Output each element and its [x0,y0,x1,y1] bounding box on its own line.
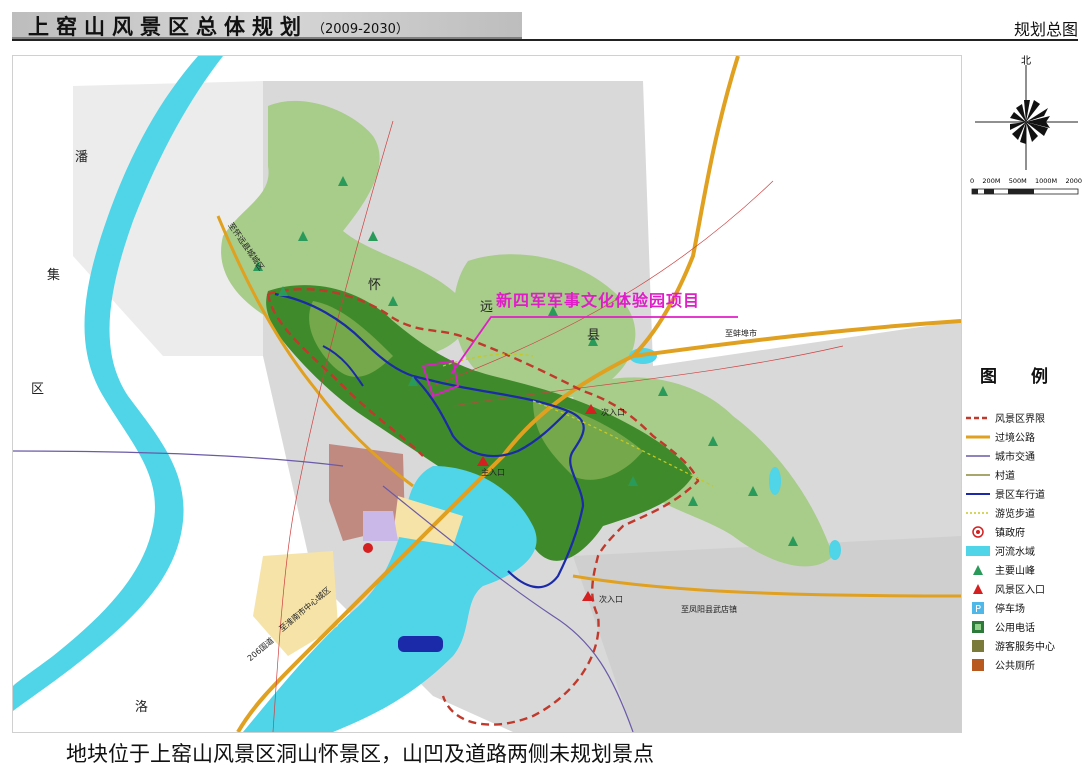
legend-item-phone: 公用电话 [962,618,1088,636]
toilet-icon [972,659,984,671]
label-sub-entrance-2: 次入口 [599,595,623,604]
svg-text:P: P [975,604,981,614]
legend-label: 过境公路 [995,433,1035,444]
scale-labels: 0 200M 500M 1000M 2000 [970,177,1082,185]
legend-label: 景区车行道 [995,490,1045,501]
visitor-center-icon [972,640,984,652]
legend-item-village-road: 村道 [962,466,1088,484]
legend-label: 游客服务中心 [995,642,1055,653]
project-label: 新四军军事文化体验园项目 [496,291,701,310]
legend-item-boundary: 风景区界限 [962,409,1088,427]
legend-label: 村道 [995,471,1015,482]
legend-item-highway: 过境公路 [962,428,1088,446]
place-xian: 县 [587,328,601,343]
label-to-fengyang: 至凤阳县武店镇 [681,605,737,614]
water-swatch-icon [966,546,990,556]
legend-item-water: 河流水域 [962,542,1088,560]
title-underline [12,39,1078,41]
label-sub-entrance-1: 次入口 [601,408,625,417]
place-ji: 集 [47,268,61,283]
place-huai: 怀 [368,278,382,293]
map-name: 规划总图 [1013,20,1078,39]
pond-east [769,467,781,495]
southern-terrain [573,536,961,732]
place-qu: 区 [31,382,45,397]
pond-far-east [829,540,841,560]
legend-item-peak: 主要山峰 [962,561,1088,579]
village-road-line-icon [966,474,990,476]
legend-item-trail: 游览步道 [962,504,1088,522]
town-gov-icon [972,526,984,538]
legend-label: 游览步道 [995,509,1035,520]
phone-icon [972,621,984,633]
label-to-bengbu: 至蚌埠市 [725,329,757,338]
boundary-line-icon [966,416,990,420]
legend-item-town-gov: 镇政府 [962,523,1088,541]
scenic-road-line-icon [966,493,990,495]
island-marker [398,636,443,652]
north-label: 北 [1021,56,1031,67]
legend-item-visitor-center: 游客服务中心 [962,637,1088,655]
scale-label: 200M [982,177,1001,185]
scale-label: 1000M [1035,177,1058,185]
compass-icon [975,65,1078,170]
legend-item-city-road: 城市交通 [962,447,1088,465]
place-pan: 潘 [75,150,89,165]
place-yuan: 远 [480,300,494,315]
legend-label: 风景区界限 [995,414,1045,425]
legend-item-parking: P 停车场 [962,599,1088,617]
legend-label: 河流水域 [995,547,1035,558]
legend-label: 城市交通 [995,452,1035,463]
caption: 地块位于上窑山风景区洞山怀景区，山凹及道路两侧未规划景点 [66,742,654,766]
legend-label: 公共厕所 [995,661,1035,672]
zone-village [363,511,398,541]
legend-label: 停车场 [995,604,1025,615]
place-luo: 洛 [135,700,149,715]
map-canvas [13,56,961,732]
scale-label: 2000 [1065,177,1082,185]
highway-line-icon [966,435,990,439]
label-main-entrance: 主入口 [481,468,505,477]
peak-icon [973,565,983,575]
entrance-icon [973,584,983,594]
map-years: （2009-2030） [312,22,409,37]
north-arrow: 北 [970,50,1080,179]
legend-label: 公用电话 [995,623,1035,634]
town-gov-marker [363,543,373,553]
scale-bar: 0 200M 500M 1000M 2000 [970,177,1082,202]
legend-label: 镇政府 [995,528,1025,539]
scale-label: 500M [1008,177,1027,185]
legend-title: 图例 [980,367,1082,387]
city-road-line-icon [966,455,990,457]
legend-label: 主要山峰 [995,566,1035,577]
master-plan-map[interactable]: 潘 集 区 洛 怀 远 县 新四军军事文化体验园项目 主入口 次入口 次入口 至… [12,55,962,733]
trail-line-icon [966,512,990,514]
legend-item-scenic-road: 景区车行道 [962,485,1088,503]
scale-label: 0 [970,177,975,185]
legend-item-toilet: 公共厕所 [962,656,1088,674]
parking-icon: P [972,602,984,614]
legend-label: 风景区入口 [995,585,1045,596]
legend-item-entrance: 风景区入口 [962,580,1088,598]
map-title: 上窑山风景区总体规划 [28,14,308,39]
